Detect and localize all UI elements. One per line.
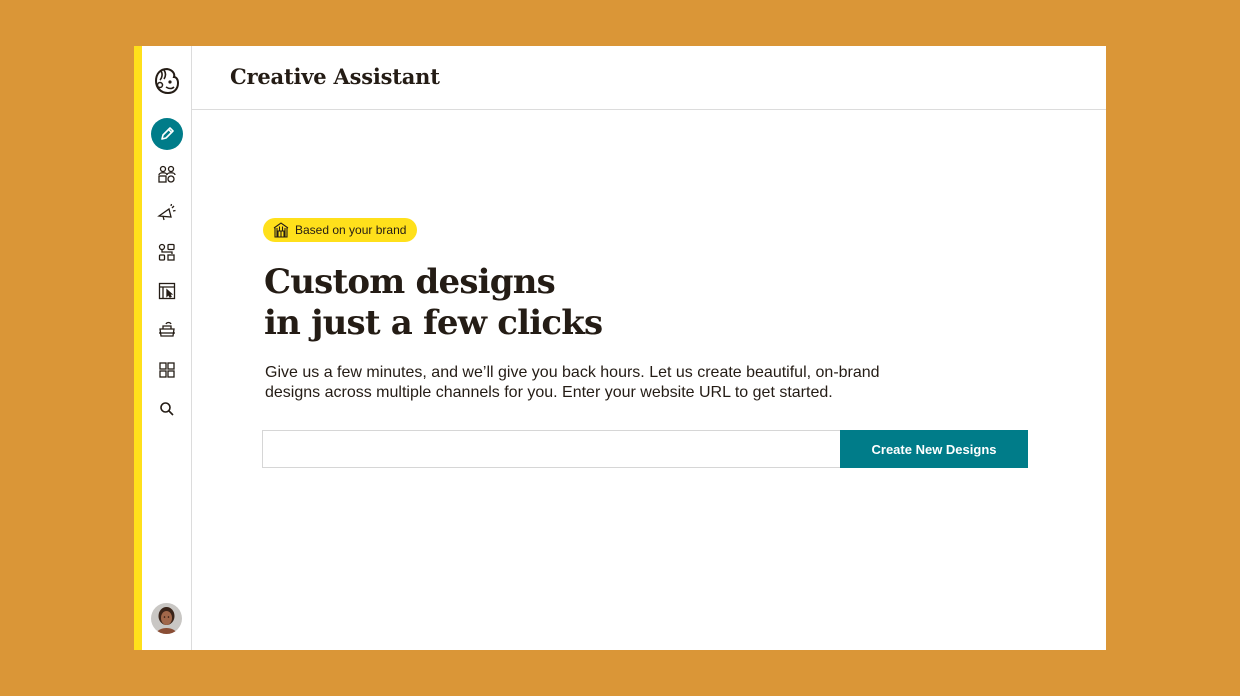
website-url-input[interactable] (262, 430, 842, 468)
search-icon (160, 402, 174, 416)
create-new-designs-button[interactable]: Create New Designs (840, 430, 1028, 468)
headline-line-2: in just a few clicks (264, 303, 603, 343)
user-avatar[interactable] (151, 603, 182, 634)
website-icon (158, 282, 176, 300)
brand-badge: Based on your brand (263, 218, 418, 242)
sidebar-item-audience[interactable] (151, 158, 183, 190)
automation-icon (158, 243, 175, 261)
description: Give us a few minutes, and we’ll give yo… (265, 364, 880, 401)
pencil-icon (161, 127, 174, 140)
sidebar-item-search[interactable] (151, 393, 183, 425)
headline-line-1: Custom designs (264, 262, 556, 302)
sidebar-item-create[interactable] (151, 118, 183, 150)
sidebar-item-automations[interactable] (151, 236, 183, 268)
sidebar-item-integrations[interactable] (151, 354, 183, 386)
megaphone-icon (157, 203, 176, 221)
app-window: Creative Assistant Based on your brand C… (134, 46, 1106, 650)
grid-icon (159, 362, 175, 378)
page-title: Creative Assistant (230, 64, 440, 89)
sidebar (142, 46, 192, 650)
header: Creative Assistant (192, 46, 1106, 110)
freddie-logo-icon[interactable] (152, 66, 182, 96)
badge-label: Based on your brand (295, 223, 407, 237)
accent-bar (134, 46, 142, 650)
sidebar-item-website[interactable] (151, 275, 183, 307)
audience-icon (158, 165, 176, 183)
sidebar-item-campaigns[interactable] (151, 197, 183, 229)
headline: Custom designs in just a few clicks (264, 262, 603, 344)
storefront-icon (273, 222, 289, 238)
content-icon (159, 321, 175, 337)
sidebar-item-content-studio[interactable] (151, 314, 183, 346)
